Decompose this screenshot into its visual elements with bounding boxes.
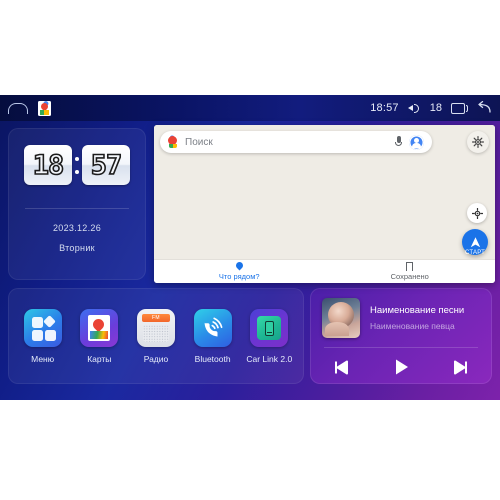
clock-colon	[75, 148, 79, 182]
google-maps-icon[interactable]	[38, 100, 51, 116]
back-icon[interactable]	[474, 100, 492, 115]
nav-tab-nearby[interactable]: Что рядом?	[154, 262, 325, 281]
compass-icon[interactable]	[467, 203, 487, 223]
app-radio[interactable]: FM Радио	[130, 308, 182, 364]
google-maps-pin-icon	[168, 136, 178, 148]
app-label: Car Link 2.0	[246, 353, 293, 364]
app-maps[interactable]: Карты	[73, 308, 125, 364]
account-avatar-icon[interactable]	[409, 134, 424, 150]
track-title: Наименование песни	[370, 305, 465, 316]
maps-icon	[80, 308, 119, 347]
album-art	[322, 298, 360, 338]
car-link-icon	[250, 308, 289, 347]
bluetooth-icon	[193, 308, 232, 347]
flip-clock: 18 57	[8, 128, 146, 185]
clock-date: 2023.12.26	[52, 223, 102, 233]
nav-tab-label: Сохранено	[390, 272, 429, 281]
volume-level: 18	[429, 102, 442, 114]
track-artist: Наименование певца	[370, 321, 455, 331]
layers-icon[interactable]	[467, 131, 489, 153]
status-bar: 18:57 18	[0, 95, 500, 121]
app-bluetooth[interactable]: Bluetooth	[187, 308, 239, 364]
car-head-unit-screen: 18:57 18 18 57 2023.12.26 Вторник Меню К…	[0, 95, 500, 400]
maps-bottom-nav: Что рядом? Сохранено	[154, 259, 495, 283]
radio-band-label: FM	[141, 313, 170, 322]
clock-hours-value: 18	[32, 149, 65, 181]
app-dock: Меню Карты FM Радио Bluetooth Car Link 2…	[8, 288, 304, 384]
status-bar-right: 18:57 18	[370, 100, 492, 115]
music-player-widget: Наименование песни Наименование певца	[310, 288, 492, 384]
clock-minutes: 57	[82, 145, 130, 185]
volume-icon[interactable]	[407, 102, 421, 114]
nav-tab-label: Что рядом?	[218, 272, 260, 281]
radio-icon: FM	[136, 308, 175, 347]
previous-track-icon[interactable]	[332, 359, 349, 376]
playback-controls	[322, 348, 480, 377]
app-label: Радио	[143, 353, 169, 364]
start-button-label: СТАРТ	[465, 250, 485, 256]
status-bar-left	[8, 100, 51, 116]
home-icon[interactable]	[8, 102, 28, 114]
now-playing: Наименование песни Наименование певца	[322, 298, 480, 338]
clock-divider	[25, 208, 129, 209]
radio-speaker-grille	[142, 324, 169, 342]
recents-icon[interactable]	[451, 102, 468, 114]
menu-grid-icon	[23, 308, 62, 347]
play-icon[interactable]	[391, 357, 411, 377]
app-menu[interactable]: Меню	[17, 308, 69, 364]
status-time: 18:57	[370, 102, 399, 114]
search-input[interactable]: Поиск	[185, 137, 388, 148]
app-label: Bluetooth	[194, 353, 231, 364]
clock-minutes-value: 57	[90, 149, 123, 181]
clock-widget[interactable]: 18 57 2023.12.26 Вторник	[8, 128, 146, 280]
navigation-arrow-icon	[470, 236, 480, 247]
app-label: Карты	[87, 353, 112, 364]
start-navigation-button[interactable]: СТАРТ	[462, 229, 488, 256]
bookmark-icon	[406, 262, 414, 271]
nearby-pin-icon	[236, 262, 243, 271]
track-meta: Наименование песни Наименование певца	[370, 305, 464, 331]
clock-day: Вторник	[59, 243, 95, 253]
google-maps-card: Поиск СТАРТ Google	[154, 125, 495, 283]
map-search-bar[interactable]: Поиск	[160, 131, 432, 153]
clock-hours: 18	[24, 145, 72, 185]
nav-tab-saved[interactable]: Сохранено	[325, 262, 496, 281]
app-car-link[interactable]: Car Link 2.0	[243, 308, 295, 364]
next-track-icon[interactable]	[453, 359, 470, 376]
app-label: Меню	[31, 353, 55, 364]
microphone-icon[interactable]	[395, 135, 402, 149]
